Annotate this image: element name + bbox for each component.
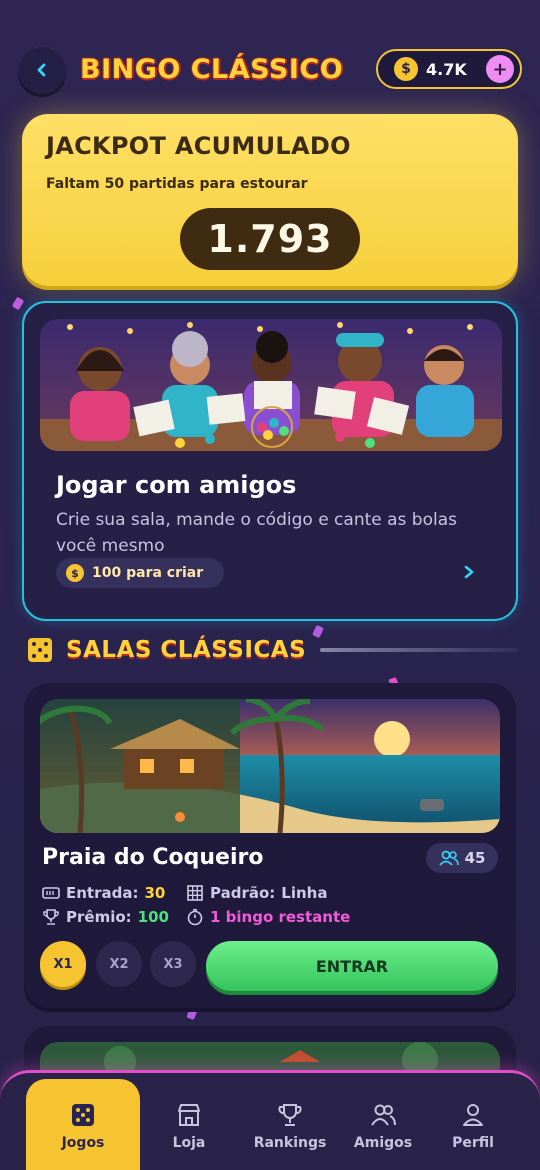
grid-icon: [187, 885, 203, 901]
create-cost-badge: $ 100 para criar: [56, 558, 224, 588]
chevron-left-icon: [37, 63, 46, 77]
trophy-icon: [278, 1104, 302, 1126]
entry-info: Entrada: 30: [42, 883, 165, 903]
ticket-icon: [42, 887, 60, 899]
room-name: Praia do Coqueiro: [42, 845, 264, 870]
dice-icon: [72, 1104, 94, 1126]
nav-label: Rankings: [253, 1135, 327, 1151]
jackpot-title: JACKPOT ACUMULADO: [46, 132, 351, 160]
dice-icon: [28, 638, 52, 662]
add-coins-button[interactable]: +: [486, 55, 514, 83]
users-icon: [438, 850, 459, 866]
coin-balance[interactable]: $ 4.7K +: [376, 49, 522, 89]
multiplier-x3[interactable]: X3: [150, 941, 196, 987]
jackpot-subtitle: Faltam 50 partidas para estourar: [46, 176, 308, 192]
entry-value: 30: [144, 884, 166, 902]
coin-icon: $: [394, 57, 418, 81]
prize-value: 100: [137, 908, 169, 926]
play-with-friends-card[interactable]: Jogar com amigos Crie sua sala, mande o …: [22, 301, 518, 621]
nav-label: Jogos: [61, 1135, 105, 1151]
timer-icon: [187, 909, 203, 926]
pattern-value: Linha: [281, 884, 328, 902]
nav-label: Amigos: [353, 1135, 413, 1151]
players-count: 45: [464, 849, 486, 867]
jackpot-value-box: 1.793: [180, 208, 360, 270]
nav-label: Loja: [172, 1135, 206, 1151]
friends-description: Crie sua sala, mande o código e cante as…: [56, 510, 457, 556]
friends-illustration: [40, 319, 502, 451]
section-title: SALAS CLÁSSICAS: [66, 637, 307, 663]
multiplier-x2[interactable]: X2: [96, 941, 142, 987]
users-icon: [371, 1104, 396, 1126]
coin-amount: 4.7K: [426, 59, 467, 79]
bottom-nav: Jogos Loja Rankings Amigos Perfil: [0, 1070, 540, 1170]
pattern-label: Padrão:: [210, 884, 276, 902]
nav-item-jogos[interactable]: Jogos: [26, 1079, 140, 1170]
create-cost-label: 100 para criar: [92, 565, 204, 581]
user-icon: [463, 1104, 483, 1126]
section-header: SALAS CLÁSSICAS: [28, 634, 518, 666]
entry-label: Entrada:: [66, 884, 139, 902]
remaining-label: 1 bingo restante: [210, 908, 351, 926]
nav-item-perfil[interactable]: Perfil: [418, 1079, 528, 1170]
coin-icon: $: [66, 564, 84, 582]
room-illustration: [40, 699, 500, 833]
jackpot-card: JACKPOT ACUMULADO Faltam 50 partidas par…: [22, 114, 518, 286]
prize-label: Prêmio:: [66, 908, 132, 926]
confetti-piece: [11, 296, 25, 311]
enter-button[interactable]: ENTRAR: [206, 941, 498, 991]
room-card[interactable]: Praia do Coqueiro 45 Entrada: 30 Padrão:…: [24, 683, 516, 1008]
prize-info: Prêmio: 100: [42, 907, 169, 927]
friends-title: Jogar com amigos: [56, 471, 297, 499]
trophy-icon: [43, 909, 59, 925]
pattern-info: Padrão: Linha: [186, 883, 327, 903]
back-button[interactable]: [18, 46, 66, 94]
page-title: BINGO CLÁSSICO: [80, 54, 344, 85]
chevron-right-icon[interactable]: [462, 561, 476, 586]
nav-label: Perfil: [452, 1135, 494, 1151]
jackpot-value: 1.793: [207, 217, 333, 261]
section-divider: [320, 648, 518, 652]
players-badge: 45: [426, 843, 498, 873]
multiplier-x1[interactable]: X1: [40, 941, 86, 987]
store-icon: [178, 1104, 200, 1126]
confetti-piece: [186, 1006, 198, 1021]
nav-item-loja[interactable]: Loja: [134, 1079, 244, 1170]
remaining-info: 1 bingo restante: [186, 907, 350, 927]
